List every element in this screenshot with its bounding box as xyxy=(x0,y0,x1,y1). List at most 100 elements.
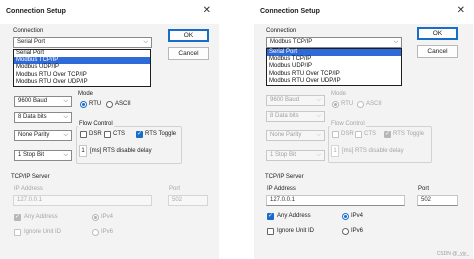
cts-label: CTS xyxy=(364,131,376,137)
mode-ascii-radio[interactable] xyxy=(357,101,364,108)
dsr-checkbox[interactable] xyxy=(332,131,339,138)
rts-toggle-label: RTS Toggle xyxy=(145,131,177,137)
connection-label: Connection xyxy=(13,28,44,34)
stop-bits-value: 1 Stop Bit xyxy=(270,152,297,158)
close-icon[interactable]: ✕ xyxy=(203,5,211,17)
chevron-down-icon: ⌵ xyxy=(316,113,321,119)
mode-ascii-label: ASCII xyxy=(366,101,382,107)
any-address-checkbox[interactable]: ✓ xyxy=(267,213,274,220)
parity-value: None Parity xyxy=(270,132,302,138)
tcpip-server-label: TCP/IP Server xyxy=(265,174,304,180)
connection-select[interactable]: Serial Port ⌵ xyxy=(13,37,152,48)
chevron-down-icon: ⌵ xyxy=(63,152,68,158)
mode-label: Mode xyxy=(331,91,347,97)
rts-toggle-checkbox[interactable]: ✓ xyxy=(384,131,391,138)
rts-delay-label: [ms] RTS disable delay xyxy=(90,148,152,154)
ipv4-radio[interactable] xyxy=(342,213,349,220)
chevron-down-icon: ⌵ xyxy=(316,152,321,158)
dropdown-option-modbus-tcp[interactable]: Modbus TCP/IP xyxy=(14,57,150,65)
chevron-down-icon: ⌵ xyxy=(63,98,68,104)
rts-toggle-checkbox[interactable]: ✓ xyxy=(136,131,143,138)
port-input[interactable]: 502 xyxy=(417,195,458,206)
data-bits-value: 8 Data bits xyxy=(270,113,299,119)
title-bar: Connection Setup ✕ xyxy=(0,0,219,24)
chevron-down-icon: ⌵ xyxy=(143,39,148,45)
ip-address-label: IP Address xyxy=(267,186,296,192)
baud-rate-value: 9600 Baud xyxy=(18,98,48,104)
dsr-checkbox[interactable] xyxy=(80,131,87,138)
ignore-unit-id-checkbox[interactable] xyxy=(14,229,21,236)
connection-select-value: Serial Port xyxy=(17,39,46,45)
data-bits-value: 8 Data bits xyxy=(18,114,47,120)
dropdown-option-modbus-udp[interactable]: Modbus UDP/IP xyxy=(267,63,401,70)
rts-delay-input[interactable]: 1 xyxy=(331,145,339,157)
cts-checkbox[interactable] xyxy=(104,131,111,138)
dsr-label: DSR xyxy=(89,131,102,137)
chevron-down-icon: ⌵ xyxy=(316,97,321,103)
port-label: Port xyxy=(418,186,430,192)
baud-rate-select[interactable]: 9600 Baud ⌵ xyxy=(14,96,72,107)
ip-address-label: IP Address xyxy=(14,186,43,192)
parity-value: None Parity xyxy=(18,132,50,138)
dsr-label: DSR xyxy=(341,131,354,137)
cancel-button[interactable]: Cancel xyxy=(417,45,458,58)
stop-bits-select[interactable]: 1 Stop Bit ⌵ xyxy=(14,150,72,161)
connection-select-value: Modbus TCP/IP xyxy=(270,39,313,45)
dialog-title: Connection Setup xyxy=(260,8,320,15)
ignore-unit-id-label: Ignore Unit ID xyxy=(277,228,315,234)
connection-select[interactable]: Modbus TCP/IP ⌵ xyxy=(266,37,402,48)
mode-label: Mode xyxy=(78,91,94,97)
mode-rtu-radio[interactable] xyxy=(332,101,339,108)
parity-select[interactable]: None Parity ⌵ xyxy=(14,130,72,141)
title-bar: Connection Setup ✕ xyxy=(254,0,473,24)
ipv4-radio[interactable] xyxy=(92,214,99,221)
dropdown-option-rtu-over-udp[interactable]: Modbus RTU Over UDP/IP xyxy=(14,79,150,86)
connection-dropdown-list: Serial Port Modbus TCP/IP Modbus UDP/IP … xyxy=(266,48,402,86)
watermark: CSDN @_yjy_ xyxy=(436,251,469,257)
parity-select[interactable]: None Parity ⌵ xyxy=(266,130,325,141)
ip-address-input[interactable]: 127.0.0.1 xyxy=(13,195,152,206)
ipv6-radio[interactable] xyxy=(342,228,349,235)
dialog-title: Connection Setup xyxy=(6,8,66,15)
dropdown-option-rtu-over-tcp[interactable]: Modbus RTU Over TCP/IP xyxy=(267,71,401,78)
ignore-unit-id-checkbox[interactable] xyxy=(267,228,274,235)
rts-toggle-label: RTS Toggle xyxy=(393,131,425,137)
dropdown-option-rtu-over-udp[interactable]: Modbus RTU Over UDP/IP xyxy=(267,78,401,85)
ok-button[interactable]: OK xyxy=(168,29,209,42)
ignore-unit-id-label: Ignore Unit ID xyxy=(24,229,62,235)
dropdown-option-serial-port[interactable]: Serial Port xyxy=(14,50,150,57)
dropdown-option-modbus-tcp[interactable]: Modbus TCP/IP xyxy=(267,56,401,63)
rts-delay-input[interactable]: 1 xyxy=(79,145,87,157)
cts-label: CTS xyxy=(113,131,125,137)
data-bits-select[interactable]: 8 Data bits ⌵ xyxy=(14,112,72,123)
dropdown-option-rtu-over-tcp[interactable]: Modbus RTU Over TCP/IP xyxy=(14,72,150,79)
dropdown-option-serial-port[interactable]: Serial Port xyxy=(267,49,401,57)
port-input[interactable]: 502 xyxy=(168,195,208,206)
stop-bits-value: 1 Stop Bit xyxy=(18,152,45,158)
stop-bits-select[interactable]: 1 Stop Bit ⌵ xyxy=(266,150,325,161)
chevron-down-icon: ⌵ xyxy=(316,132,321,138)
ipv4-label: IPv4 xyxy=(101,214,114,220)
mode-rtu-label: RTU xyxy=(89,101,102,107)
connection-setup-dialog-tcp: Connection Setup ✕ Connection Modbus TCP… xyxy=(254,0,473,259)
cancel-button[interactable]: Cancel xyxy=(168,47,209,60)
tcpip-server-label: TCP/IP Server xyxy=(11,174,50,180)
data-bits-select[interactable]: 8 Data bits ⌵ xyxy=(266,111,325,122)
chevron-down-icon: ⌵ xyxy=(393,39,398,45)
close-icon[interactable]: ✕ xyxy=(457,5,465,17)
ipv6-label: IPv6 xyxy=(101,229,114,235)
connection-label: Connection xyxy=(266,28,297,34)
ok-button[interactable]: OK xyxy=(417,27,458,40)
ip-address-input[interactable]: 127.0.0.1 xyxy=(266,195,405,206)
dropdown-option-modbus-udp[interactable]: Modbus UDP/IP xyxy=(14,64,150,71)
any-address-checkbox[interactable]: ✓ xyxy=(14,214,21,221)
ipv6-radio[interactable] xyxy=(92,229,99,236)
mode-ascii-radio[interactable] xyxy=(106,101,113,108)
any-address-label: Any Address xyxy=(277,213,311,219)
baud-rate-select[interactable]: 9600 Baud ⌵ xyxy=(266,95,325,106)
mode-rtu-label: RTU xyxy=(341,101,354,107)
ipv6-label: IPv6 xyxy=(351,228,364,234)
cts-checkbox[interactable] xyxy=(355,131,362,138)
mode-rtu-radio[interactable] xyxy=(80,101,87,108)
mode-ascii-label: ASCII xyxy=(115,101,131,107)
